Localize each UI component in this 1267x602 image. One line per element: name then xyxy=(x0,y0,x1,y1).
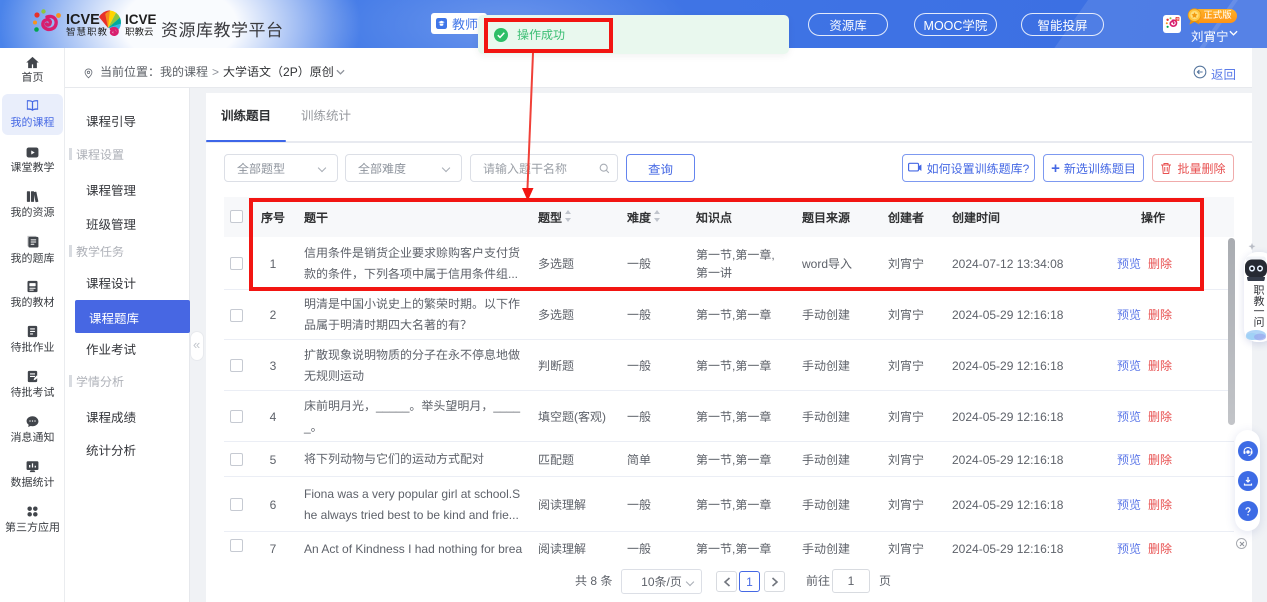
svg-text:职教云: 职教云 xyxy=(125,24,154,38)
svg-text:智慧职教: 智慧职教 xyxy=(66,24,108,38)
svg-text:新: 新 xyxy=(1176,17,1180,22)
